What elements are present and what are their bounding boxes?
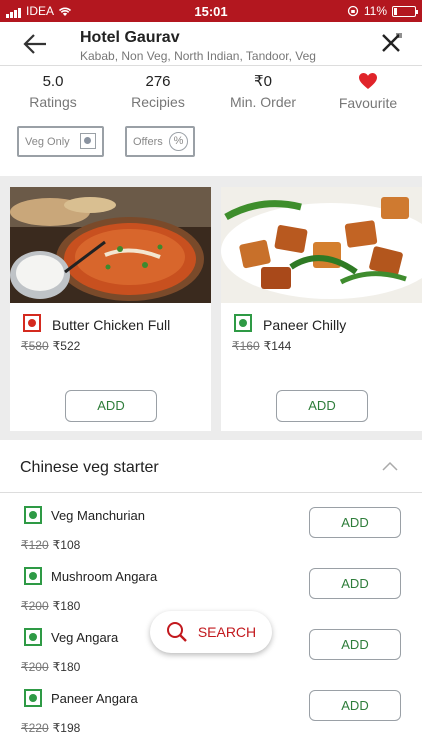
ratings-label: Ratings: [29, 94, 77, 110]
menu-item: Paneer Angara ₹220 ₹198 ADD: [0, 675, 422, 736]
discount-price: ₹180: [52, 660, 81, 674]
veg-only-filter[interactable]: Veg Only: [17, 126, 104, 157]
recipes-label: Recipies: [131, 94, 185, 110]
status-bar: IDEA 15:01 11%: [0, 0, 422, 22]
featured-card-butter-chicken[interactable]: Butter Chicken Full ₹580 ₹522 ADD: [10, 187, 211, 431]
category-title: Chinese veg starter: [20, 459, 159, 476]
restaurant-header: Hotel Gaurav Kabab, Non Veg, North India…: [0, 22, 422, 66]
item-name: Paneer Angara: [51, 691, 138, 706]
original-price: ₹200: [21, 660, 49, 674]
original-price: ₹200: [21, 599, 49, 613]
veg-indicator-icon: [24, 567, 42, 585]
veg-indicator-icon: [24, 506, 42, 524]
veg-only-toggle-icon: [80, 133, 96, 149]
dish-name: Paneer Chilly: [263, 317, 347, 333]
item-name: Veg Angara: [51, 630, 119, 645]
item-name: Veg Manchurian: [51, 508, 145, 523]
battery-icon: [392, 5, 418, 17]
percent-icon: %: [169, 132, 188, 151]
discount-price: ₹180: [52, 599, 81, 613]
nonveg-indicator-icon: [23, 314, 41, 332]
stat-recipes: 276 Recipies: [108, 72, 208, 111]
min-order-value: ₹0: [254, 73, 272, 90]
ratings-value: 5.0: [42, 73, 64, 90]
original-price: ₹120: [21, 538, 49, 552]
offers-filter[interactable]: Offers %: [125, 126, 195, 157]
heart-icon[interactable]: [358, 72, 378, 90]
dish-price: ₹580 ₹522: [21, 339, 80, 353]
item-price: ₹220 ₹198: [21, 721, 80, 735]
search-icon: [166, 622, 187, 642]
featured-card-paneer-chilly[interactable]: Paneer Chilly ₹160 ₹144 ADD: [221, 187, 422, 431]
recipes-value: 276: [145, 73, 171, 90]
item-name: Mushroom Angara: [51, 569, 158, 584]
dish-price: ₹160 ₹144: [232, 339, 291, 353]
category-header[interactable]: Chinese veg starter: [0, 441, 422, 493]
veg-indicator-icon: [24, 689, 42, 707]
add-button[interactable]: ADD: [276, 390, 368, 422]
paneer-chilly-image: [221, 187, 422, 303]
restaurant-stats: 5.0 Ratings 276 Recipies ₹0 Min. Order F…: [0, 72, 422, 116]
back-arrow-icon[interactable]: [22, 32, 48, 56]
veg-indicator-icon: [234, 314, 252, 332]
veg-indicator-icon: [24, 628, 42, 646]
item-price: ₹120 ₹108: [21, 538, 80, 552]
item-price: ₹200 ₹180: [21, 599, 80, 613]
butter-chicken-image: [10, 187, 211, 303]
close-cutlery-icon[interactable]: [380, 32, 402, 54]
restaurant-name: Hotel Gaurav: [80, 29, 180, 46]
discount-price: ₹108: [52, 538, 81, 552]
original-price: ₹580: [21, 339, 49, 353]
add-button[interactable]: ADD: [309, 507, 401, 538]
discount-price: ₹144: [263, 339, 292, 353]
item-price: ₹200 ₹180: [21, 660, 80, 674]
cuisine-list: Kabab, Non Veg, North Indian, Tandoor, V…: [80, 49, 316, 63]
stat-min-order: ₹0 Min. Order: [213, 72, 313, 111]
chevron-up-icon[interactable]: [382, 461, 398, 471]
search-button[interactable]: SEARCH: [150, 611, 272, 653]
search-label: SEARCH: [197, 624, 257, 640]
offers-label: Offers: [133, 135, 163, 148]
favourite-label: Favourite: [338, 95, 398, 111]
veg-only-label: Veg Only: [25, 135, 70, 148]
dish-name: Butter Chicken Full: [52, 317, 171, 333]
discount-price: ₹198: [52, 721, 81, 735]
menu-item: Mushroom Angara ₹200 ₹180 ADD: [0, 553, 422, 614]
rotation-lock-icon: [347, 5, 359, 17]
add-button[interactable]: ADD: [65, 390, 157, 422]
menu-item: Veg Manchurian ₹120 ₹108 ADD: [0, 492, 422, 553]
add-button[interactable]: ADD: [309, 629, 401, 660]
min-order-label: Min. Order: [229, 94, 297, 110]
discount-price: ₹522: [52, 339, 81, 353]
original-price: ₹160: [232, 339, 260, 353]
add-button[interactable]: ADD: [309, 568, 401, 599]
favourite-toggle[interactable]: Favourite: [318, 72, 418, 112]
add-button[interactable]: ADD: [309, 690, 401, 721]
battery-percent: 11%: [363, 4, 387, 18]
stat-ratings: 5.0 Ratings: [3, 72, 103, 111]
original-price: ₹220: [21, 721, 49, 735]
